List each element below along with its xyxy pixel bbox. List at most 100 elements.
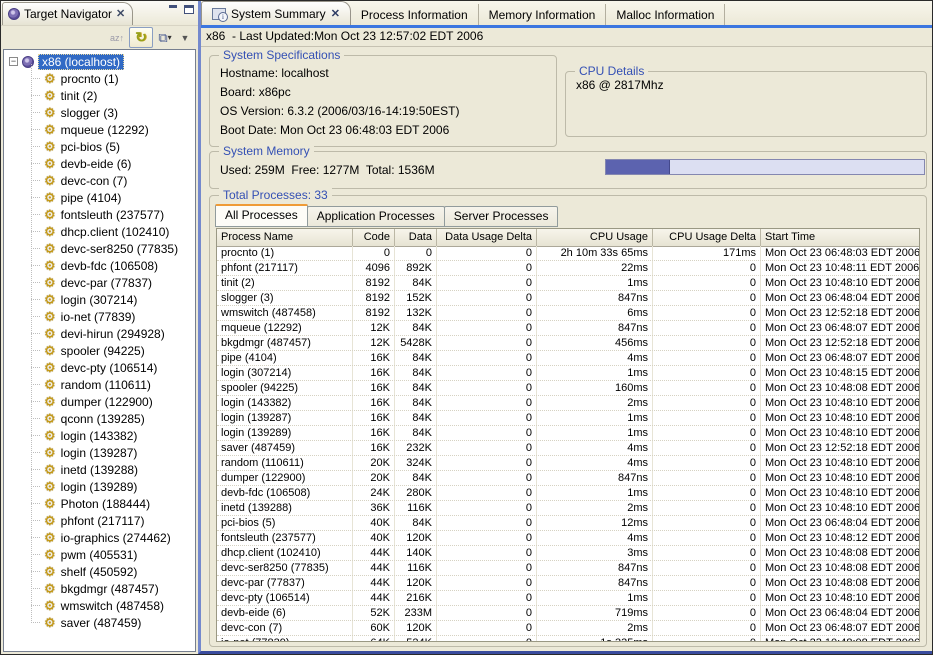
minimize-icon[interactable] (168, 5, 178, 14)
tab-malloc-information[interactable]: Malloc Information (606, 4, 725, 25)
table-row[interactable]: devc-par (77837) 44K 120K 0 847ns 0 Mon … (217, 576, 919, 591)
process-name-cell: io-net (77839) (217, 636, 353, 641)
application-window: Target Navigator ✕ az↑ ↻ ⧉▾ ▼ − x86 (loc… (0, 0, 933, 655)
tree-item[interactable]: ⚙ devc-pty (106514) (4, 359, 195, 376)
tree-item[interactable]: ⚙ random (110611) (4, 376, 195, 393)
tree-item[interactable]: ⚙ login (139287) (4, 444, 195, 461)
table-row[interactable]: io-net (77839) 64K 524K 0 1s 335ms 0 Mon… (217, 636, 919, 641)
table-row[interactable]: dhcp.client (102410) 44K 140K 0 3ms 0 Mo… (217, 546, 919, 561)
code-cell: 20K (353, 471, 395, 485)
table-row[interactable]: login (139289) 16K 84K 0 1ms 0 Mon Oct 2… (217, 426, 919, 441)
tree-item[interactable]: ⚙ login (139289) (4, 478, 195, 495)
target-navigator-tab[interactable]: Target Navigator ✕ (2, 2, 133, 25)
tree-item[interactable]: ⚙ devc-par (77837) (4, 274, 195, 291)
tab-label: System Summary (231, 7, 326, 21)
tree-item[interactable]: ⚙ phfont (217117) (4, 512, 195, 529)
col-process-name[interactable]: Process Name (217, 229, 353, 246)
table-row[interactable]: phfont (217117) 4096 892K 0 22ms 0 Mon O… (217, 261, 919, 276)
table-row[interactable]: procnto (1) 0 0 0 2h 10m 33s 65ms 171ms … (217, 246, 919, 261)
col-data-usage-delta[interactable]: Data Usage Delta (437, 229, 537, 246)
tree-item[interactable]: ⚙ devc-ser8250 (77835) (4, 240, 195, 257)
start-time-cell: Mon Oct 23 10:48:10 EDT 2006 (761, 486, 919, 500)
table-row[interactable]: devc-pty (106514) 44K 216K 0 1ms 0 Mon O… (217, 591, 919, 606)
refresh-button[interactable]: ↻ (129, 27, 153, 48)
cpu-usage-cell: 847ns (537, 561, 653, 575)
table-row[interactable]: random (110611) 20K 324K 0 4ms 0 Mon Oct… (217, 456, 919, 471)
tree-item[interactable]: ⚙ shelf (450592) (4, 563, 195, 580)
tree-item[interactable]: ⚙ devi-hirun (294928) (4, 325, 195, 342)
tree-item[interactable]: ⚙ devb-fdc (106508) (4, 257, 195, 274)
collapse-icon[interactable]: − (9, 57, 18, 66)
table-row[interactable]: slogger (3) 8192 152K 0 847ns 0 Mon Oct … (217, 291, 919, 306)
system-specifications-group: System Specifications Hostname: localhos… (209, 55, 557, 147)
table-row[interactable]: bkgdmgr (487457) 12K 5428K 0 456ms 0 Mon… (217, 336, 919, 351)
sort-icon[interactable]: az↑ (109, 29, 125, 46)
tree-item[interactable]: ⚙ io-graphics (274462) (4, 529, 195, 546)
tree-item[interactable]: ⚙ Photon (188444) (4, 495, 195, 512)
tab-process-information[interactable]: Process Information (351, 4, 479, 25)
table-row[interactable]: pipe (4104) 16K 84K 0 4ms 0 Mon Oct 23 0… (217, 351, 919, 366)
view-menu-icon[interactable]: ▼ (177, 29, 193, 46)
tree-item[interactable]: ⚙ login (307214) (4, 291, 195, 308)
code-cell: 24K (353, 486, 395, 500)
maximize-icon[interactable] (184, 5, 194, 14)
switch-target-button[interactable]: ⧉▾ (157, 29, 173, 46)
tree-item[interactable]: ⚙ mqueue (12292) (4, 121, 195, 138)
code-cell: 16K (353, 351, 395, 365)
tree-item-label: shelf (450592) (61, 565, 138, 579)
tree-item[interactable]: ⚙ login (143382) (4, 427, 195, 444)
code-cell: 12K (353, 321, 395, 335)
tree-item[interactable]: ⚙ slogger (3) (4, 104, 195, 121)
tree-item[interactable]: ⚙ dhcp.client (102410) (4, 223, 195, 240)
tree-item[interactable]: ⚙ devb-eide (6) (4, 155, 195, 172)
table-row[interactable]: devc-ser8250 (77835) 44K 116K 0 847ns 0 … (217, 561, 919, 576)
table-row[interactable]: login (139287) 16K 84K 0 1ms 0 Mon Oct 2… (217, 411, 919, 426)
table-row[interactable]: fontsleuth (237577) 40K 120K 0 4ms 0 Mon… (217, 531, 919, 546)
table-row[interactable]: saver (487459) 16K 232K 0 4ms 0 Mon Oct … (217, 441, 919, 456)
tree-item[interactable]: ⚙ dumper (122900) (4, 393, 195, 410)
table-row[interactable]: tinit (2) 8192 84K 0 1ms 0 Mon Oct 23 10… (217, 276, 919, 291)
close-icon[interactable]: ✕ (331, 7, 340, 20)
col-cpu-usage[interactable]: CPU Usage (537, 229, 653, 246)
table-row[interactable]: pci-bios (5) 40K 84K 0 12ms 0 Mon Oct 23… (217, 516, 919, 531)
table-row[interactable]: devc-con (7) 60K 120K 0 2ms 0 Mon Oct 23… (217, 621, 919, 636)
tree-item[interactable]: ⚙ spooler (94225) (4, 342, 195, 359)
tab-all-processes[interactable]: All Processes (215, 204, 308, 227)
tree-item[interactable]: ⚙ fontsleuth (237577) (4, 206, 195, 223)
tree-item[interactable]: ⚙ tinit (2) (4, 87, 195, 104)
tab-label: Process Information (361, 8, 468, 22)
table-row[interactable]: dumper (122900) 20K 84K 0 847ns 0 Mon Oc… (217, 471, 919, 486)
tree-item[interactable]: ⚙ inetd (139288) (4, 461, 195, 478)
table-row[interactable]: login (143382) 16K 84K 0 2ms 0 Mon Oct 2… (217, 396, 919, 411)
tree-item[interactable]: ⚙ pci-bios (5) (4, 138, 195, 155)
table-row[interactable]: inetd (139288) 36K 116K 0 2ms 0 Mon Oct … (217, 501, 919, 516)
col-code[interactable]: Code (353, 229, 395, 246)
tree-item[interactable]: ⚙ procnto (1) (4, 70, 195, 87)
tree-root-label[interactable]: x86 (localhost) (38, 54, 124, 70)
tree-root-row[interactable]: − x86 (localhost) (4, 53, 195, 70)
tree-item[interactable]: ⚙ qconn (139285) (4, 410, 195, 427)
tab-application-processes[interactable]: Application Processes (307, 206, 445, 227)
tree-item[interactable]: ⚙ saver (487459) (4, 614, 195, 631)
table-row[interactable]: login (307214) 16K 84K 0 1ms 0 Mon Oct 2… (217, 366, 919, 381)
cpu-usage-cell: 160ms (537, 381, 653, 395)
tree-item[interactable]: ⚙ pwm (405531) (4, 546, 195, 563)
close-icon[interactable]: ✕ (116, 9, 125, 19)
table-row[interactable]: wmswitch (487458) 8192 132K 0 6ms 0 Mon … (217, 306, 919, 321)
tree-item[interactable]: ⚙ devc-con (7) (4, 172, 195, 189)
tree-item[interactable]: ⚙ bkgdmgr (487457) (4, 580, 195, 597)
tab-server-processes[interactable]: Server Processes (444, 206, 559, 227)
table-row[interactable]: devb-fdc (106508) 24K 280K 0 1ms 0 Mon O… (217, 486, 919, 501)
data-cell: 116K (395, 501, 437, 515)
tree-item[interactable]: ⚙ wmswitch (487458) (4, 597, 195, 614)
tree-item[interactable]: ⚙ pipe (4104) (4, 189, 195, 206)
tab-memory-information[interactable]: Memory Information (479, 4, 607, 25)
col-data[interactable]: Data (395, 229, 437, 246)
tab-system-summary[interactable]: System Summary ✕ (201, 1, 351, 25)
table-row[interactable]: devb-eide (6) 52K 233M 0 719ms 0 Mon Oct… (217, 606, 919, 621)
tree-item[interactable]: ⚙ io-net (77839) (4, 308, 195, 325)
table-row[interactable]: mqueue (12292) 12K 84K 0 847ns 0 Mon Oct… (217, 321, 919, 336)
col-cpu-usage-delta[interactable]: CPU Usage Delta (653, 229, 761, 246)
col-start-time[interactable]: Start Time (761, 229, 919, 246)
table-row[interactable]: spooler (94225) 16K 84K 0 160ms 0 Mon Oc… (217, 381, 919, 396)
